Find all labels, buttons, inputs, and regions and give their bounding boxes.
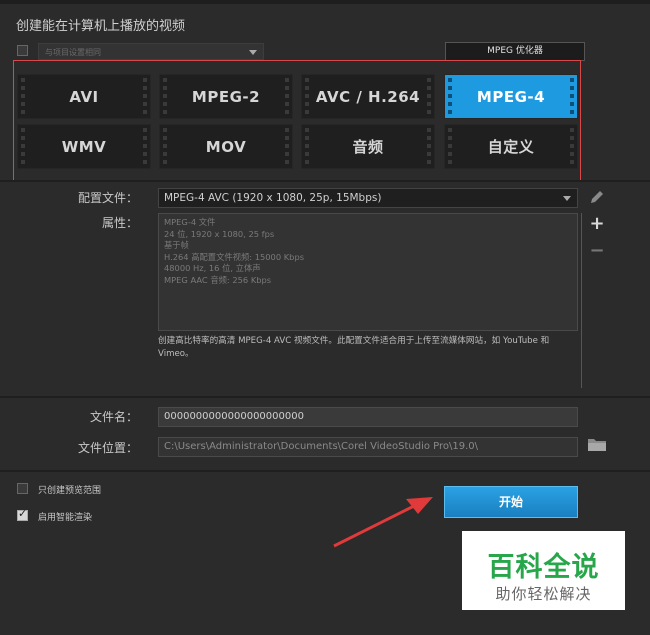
watermark-title: 百科全说 (487, 552, 600, 583)
watermark-subtitle: 助你轻松解决 (495, 585, 592, 603)
watermark-logo: 百科全说 助你轻松解决 (462, 531, 625, 610)
